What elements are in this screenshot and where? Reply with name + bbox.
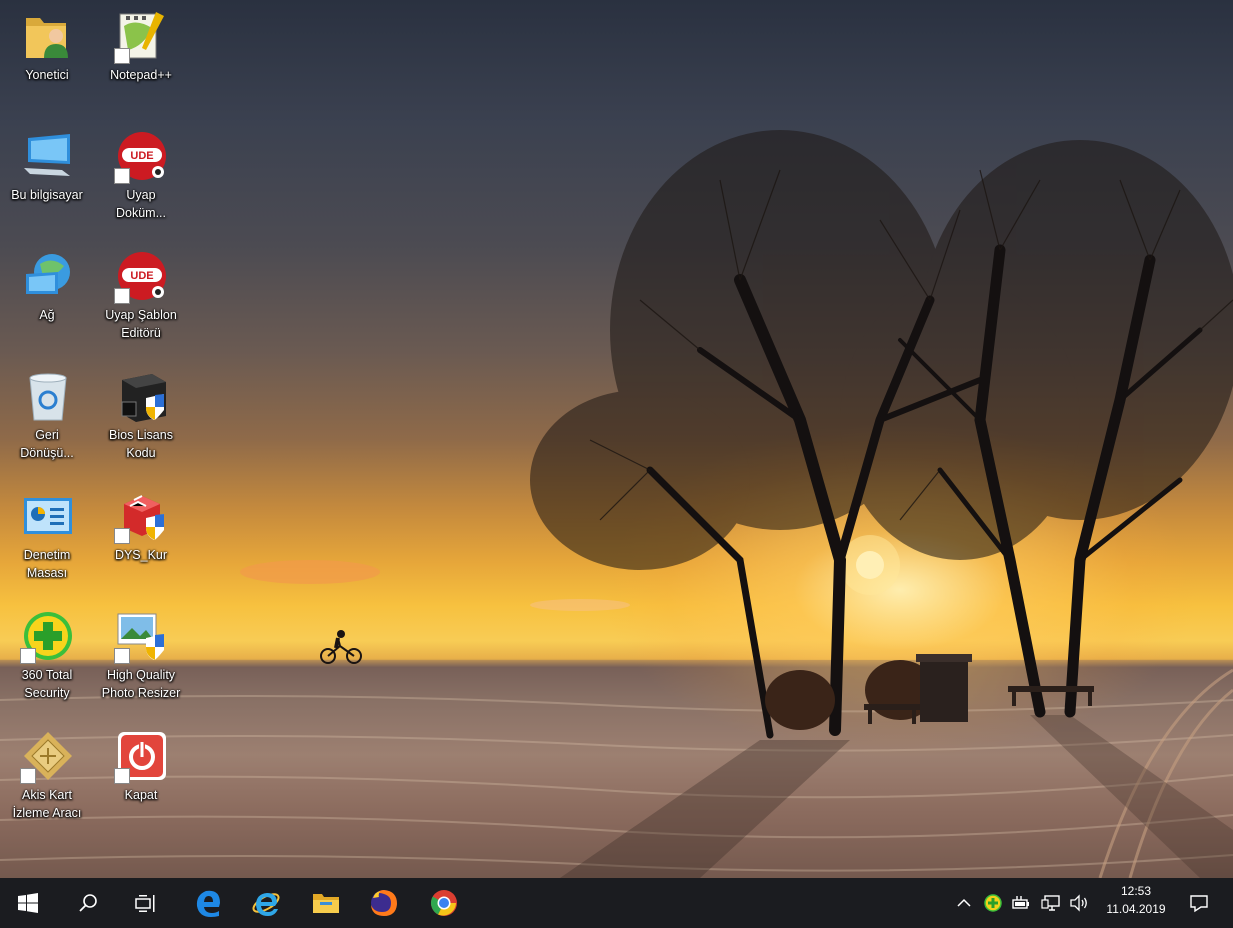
desktop-icon-360-total-security[interactable]: 360 Total Security (0, 604, 94, 716)
desktop-icon-akis-kart[interactable]: Akis Kart İzleme Aracı (0, 724, 94, 836)
network-icon (22, 250, 74, 302)
desktop-icon-label: Bu bilgisayar (11, 188, 83, 202)
shortcut-arrow-icon (114, 648, 130, 664)
svg-text:UDE: UDE (130, 270, 153, 282)
start-icon (18, 893, 38, 913)
start-button[interactable] (4, 878, 52, 928)
taskbar-file-explorer[interactable] (302, 878, 350, 928)
desktop-icon-yonetici[interactable]: Yonetici (0, 4, 94, 116)
smartcard-icon (20, 730, 74, 784)
desktop-icon-label: Ağ (39, 308, 55, 322)
file-explorer-icon (313, 894, 339, 913)
taskbar-edge[interactable] (184, 878, 232, 928)
volume-icon (1070, 894, 1087, 912)
360-security-icon (20, 610, 74, 664)
taskbar-internet-explorer[interactable] (242, 878, 290, 928)
internet-explorer-icon (252, 893, 280, 916)
desktop-icon-uyap-sablon-editoru[interactable]: UDE Uyap Şablon Editörü (94, 244, 188, 356)
desktop-icon-label: Akis Kart İzleme Aracı (12, 788, 82, 820)
shortcut-arrow-icon (114, 768, 130, 784)
shortcut-arrow-icon (114, 168, 130, 184)
tray-power[interactable] (1010, 878, 1032, 928)
desktop-icon-label: Denetim Masası (23, 548, 71, 580)
desktop-icon-denetim-masasi[interactable]: Denetim Masası (0, 484, 94, 596)
bios-license-icon (116, 370, 168, 422)
notepad-plus-plus-icon (114, 10, 168, 64)
tray-volume[interactable] (1068, 878, 1090, 928)
action-center-button[interactable] (1184, 878, 1214, 928)
clock-time: 12:53 (1120, 884, 1152, 898)
uyap-template-editor-icon: UDE (114, 250, 168, 304)
taskbar-clock[interactable]: 12:53 11.04.2019 (1096, 878, 1176, 928)
desktop-icon-dys-kur[interactable]: DYS_Kur (94, 484, 188, 596)
clock-date: 11.04.2019 (1106, 902, 1166, 916)
desktop-icon-notepad-plus-plus[interactable]: Notepad++ (94, 4, 188, 116)
recycle-bin-icon (22, 370, 74, 422)
desktop-icon-ag[interactable]: Ağ (0, 244, 94, 356)
shortcut-arrow-icon (20, 768, 36, 784)
computer-icon (22, 130, 74, 182)
tray-360-security[interactable] (982, 878, 1004, 928)
chrome-icon (430, 890, 457, 916)
task-view-button[interactable] (122, 878, 170, 928)
shortcut-arrow-icon (114, 48, 130, 64)
desktop-icon-high-quality-photo-resizer[interactable]: High Quality Photo Resizer (94, 604, 188, 716)
desktop-icon-kapat[interactable]: Kapat (94, 724, 188, 836)
desktop-icon-label: Notepad++ (110, 68, 172, 82)
desktop-icon-uyap-dokuman[interactable]: UDE Uyap Doküm... (94, 124, 188, 236)
search-button[interactable] (64, 878, 112, 928)
user-folder-icon (22, 10, 74, 62)
shutdown-icon (114, 730, 168, 784)
network-tray-icon (1041, 895, 1060, 911)
power-tray-icon (1012, 896, 1029, 909)
360-security-tray-icon (984, 894, 1002, 912)
task-view-icon (135, 895, 155, 912)
edge-icon (196, 890, 220, 917)
desktop-icon-label: 360 Total Security (21, 668, 73, 700)
tray-network[interactable] (1040, 878, 1062, 928)
desktop-icon-label: Bios Lisans Kodu (109, 428, 173, 460)
desktop-icon-label: Uyap Doküm... (115, 188, 166, 220)
desktop-icon-label: High Quality Photo Resizer (101, 668, 181, 700)
desktop-icon-bu-bilgisayar[interactable]: Bu bilgisayar (0, 124, 94, 236)
shortcut-arrow-icon (114, 288, 130, 304)
desktop-icon-label: Uyap Şablon Editörü (105, 308, 177, 340)
chevron-up-icon (957, 898, 971, 907)
desktop-icon-label: Geri Dönüşü... (20, 428, 74, 460)
svg-text:UDE: UDE (130, 150, 153, 162)
action-center-icon (1190, 895, 1208, 913)
desktop-icon-label: Kapat (124, 788, 158, 802)
control-panel-icon (22, 490, 74, 542)
desktop-icon-bios-lisans-kodu[interactable]: Bios Lisans Kodu (94, 364, 188, 476)
firefox-icon (371, 890, 397, 916)
show-hidden-icons-button[interactable] (954, 878, 974, 928)
dys-setup-icon (114, 490, 168, 544)
shortcut-arrow-icon (114, 528, 130, 544)
desktop-icon-label: DYS_Kur (114, 548, 168, 562)
uyap-document-icon: UDE (114, 130, 168, 184)
taskbar-firefox[interactable] (360, 878, 408, 928)
search-icon (79, 894, 97, 912)
taskbar-chrome[interactable] (420, 878, 468, 928)
desktop-icon-label: Yonetici (25, 68, 69, 82)
desktop-icon-geri-donusum[interactable]: Geri Dönüşü... (0, 364, 94, 476)
photo-resizer-icon (114, 610, 168, 664)
taskbar: 12:53 11.04.2019 (0, 878, 1233, 928)
shortcut-arrow-icon (20, 648, 36, 664)
